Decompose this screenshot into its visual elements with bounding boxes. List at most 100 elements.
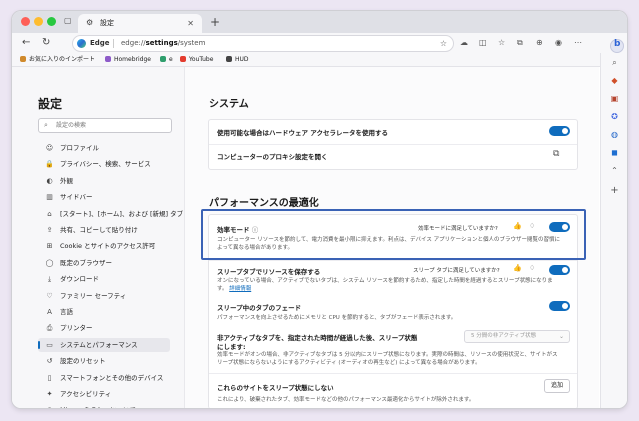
close-tab-icon[interactable]: ✕ xyxy=(187,14,194,33)
thumbs-up-icon[interactable]: 👍 xyxy=(513,264,522,272)
chevron-down-icon: ⌄ xyxy=(558,333,564,340)
sidebar-item[interactable]: ▭ システムとパフォーマンス xyxy=(38,337,170,352)
tab-actions-icon[interactable]: ▢ xyxy=(64,16,72,25)
sidebar-item[interactable]: 🔒 プライバシー、検索、サービス xyxy=(38,157,170,171)
fade-tabs-title: スリープ中のタブのフェード xyxy=(217,304,302,312)
appearance-icon: ◐ xyxy=(46,176,53,185)
tab-settings[interactable]: ⚙ 設定 ✕ xyxy=(78,14,202,33)
address-url[interactable]: edge://settings/system xyxy=(121,36,205,51)
never-sleep-description: これにより、破棄されたタブ、効率モードなどの他のパフォーマンス最適化からサイトが… xyxy=(217,397,475,403)
favorite-star-icon[interactable]: ☆ xyxy=(440,36,447,51)
sidebar-item-label: 外観 xyxy=(60,176,73,185)
settings-search-input[interactable]: ⌕ 設定の検索 xyxy=(38,118,172,133)
home-icon: ⌂ xyxy=(47,209,52,218)
sleep-tabs-title: スリープタブでリソースを保存する xyxy=(217,268,321,276)
settings-title: 設定 xyxy=(38,97,63,111)
proxy-settings-link[interactable]: コンピューターのプロキシ設定を開く xyxy=(217,151,328,161)
tab-strip: ▢ ⚙ 設定 ✕ + xyxy=(12,11,627,33)
sidebar-item-label: Cookie とサイトのアクセス許可 xyxy=(60,242,156,251)
edge-icon xyxy=(77,39,86,48)
hw-accel-toggle[interactable] xyxy=(549,126,570,136)
browser-window: ▢ ⚙ 設定 ✕ + ← ↻ Edge edge://settings/syst… xyxy=(12,11,627,408)
collections-icon[interactable]: ⧉ xyxy=(517,38,523,48)
favorite-item[interactable]: YouTube xyxy=(180,53,213,66)
sidebar-item[interactable]: ▯ スマートフォンとその他のデバイス xyxy=(38,371,170,385)
close-window-button[interactable] xyxy=(21,17,30,26)
extensions-icon[interactable]: ⊕ xyxy=(536,38,543,48)
sidebar-item-label: ダウンロード xyxy=(60,275,99,284)
system-icon: ▭ xyxy=(46,340,53,349)
inactive-time-select[interactable]: 5 分間の非アクティブ状態 ⌄ xyxy=(464,330,570,343)
family-icon: ♡ xyxy=(46,291,53,300)
hw-accel-label: 使用可能な場合はハードウェア アクセラレータを使用する xyxy=(217,129,388,137)
sidebar-item[interactable]: ◐ 外観 xyxy=(38,174,170,188)
m365-icon[interactable]: ◍ xyxy=(609,129,620,140)
cookie-icon: ⊞ xyxy=(46,242,53,251)
add-site-button[interactable]: 追加 xyxy=(544,379,570,393)
back-icon[interactable]: ← xyxy=(22,36,30,50)
sidebar-item[interactable]: ☺ プロファイル xyxy=(38,141,170,155)
sidebar-item[interactable]: ⇪ 共有、コピーして貼り付け xyxy=(38,223,170,237)
sidebar-item[interactable]: ◉ Microsoft Edge について xyxy=(38,403,170,408)
new-tab-button[interactable]: + xyxy=(210,13,220,31)
more-icon[interactable]: ⋯ xyxy=(574,38,582,48)
favorite-item[interactable]: お気に入りのインポート xyxy=(20,53,95,66)
maximize-window-button[interactable] xyxy=(47,17,56,26)
favorite-item[interactable]: e xyxy=(160,53,173,66)
outlook-icon[interactable]: ◼ xyxy=(609,147,620,158)
sleep-tabs-toggle[interactable] xyxy=(549,265,570,275)
favorite-item[interactable]: HUD xyxy=(226,53,249,66)
favorite-item[interactable]: Homebridge xyxy=(105,53,151,66)
profile-icon: ☺ xyxy=(45,144,54,152)
refresh-icon[interactable]: ↻ xyxy=(42,36,50,50)
shopping-icon[interactable]: ◆ xyxy=(609,75,620,86)
inactive-tabs-title-cont: にします: xyxy=(217,343,246,351)
sidebar-item[interactable]: ♡ ファミリー セーフティ xyxy=(38,289,170,303)
sidebar-item[interactable]: ⌂ [スタート]、[ホーム]、および [新規] タブ xyxy=(38,207,183,221)
copilot-icon[interactable] xyxy=(610,39,624,53)
cloud-icon[interactable]: ☁ xyxy=(460,38,468,48)
sidebar-item[interactable]: A 言語 xyxy=(38,305,170,319)
homebridge-icon xyxy=(105,56,111,62)
sleep-feedback-text: スリープ タブに満足していますか? xyxy=(413,268,500,274)
external-link-icon[interactable]: ⧉ xyxy=(553,149,559,159)
sidebar-item[interactable]: ⊞ Cookie とサイトのアクセス許可 xyxy=(38,239,170,253)
section-heading-performance: パフォーマンスの最適化 xyxy=(209,198,319,209)
thumbs-down-icon[interactable]: ♢ xyxy=(529,264,535,272)
sidebar-item[interactable]: ⎙ プリンター xyxy=(38,321,170,335)
download-icon: ⤓ xyxy=(47,275,52,284)
address-bar[interactable]: Edge edge://settings/system ☆ xyxy=(72,35,454,52)
settings-sidebar: 設定 ⌕ 設定の検索 ☺ プロファイル 🔒 プライバシー、検索、サービス ◐ 外観 ▥ サイド… xyxy=(12,67,185,408)
sidebar-item[interactable]: ▥ サイドバー xyxy=(38,190,170,204)
minimize-window-button[interactable] xyxy=(34,17,43,26)
games-icon[interactable]: ✪ xyxy=(609,111,620,122)
never-sleep-title: これらのサイトをスリープ状態にしない xyxy=(217,384,334,392)
drop-icon[interactable]: ⌃ xyxy=(609,165,620,176)
sidebar-item[interactable]: ✦ アクセシビリティ xyxy=(38,387,170,401)
tools-icon[interactable]: ▣ xyxy=(609,93,620,104)
fade-tabs-toggle[interactable] xyxy=(549,301,570,311)
sidebar-item-label: アクセシビリティ xyxy=(60,390,112,398)
phone-icon: ▯ xyxy=(47,373,52,382)
profile-icon[interactable]: ◉ xyxy=(555,38,562,48)
fade-tabs-description: パフォーマンスを向上させるためにメモリと CPU を節約すると、タブがフェード表… xyxy=(217,315,457,321)
browser-icon: ◯ xyxy=(45,258,54,267)
search-icon[interactable]: ⌕ xyxy=(609,57,620,68)
printer-icon: ⎙ xyxy=(46,324,53,333)
favorites-icon[interactable]: ☆ xyxy=(498,38,505,48)
sidebar-item[interactable]: ↺ 設定のリセット xyxy=(38,354,170,368)
efficiency-highlight-box xyxy=(201,209,586,260)
accessibility-icon: ✦ xyxy=(46,390,53,398)
language-icon: A xyxy=(47,308,52,316)
add-icon[interactable]: + xyxy=(609,185,620,196)
sidebar-item[interactable]: ⤓ ダウンロード xyxy=(38,272,170,286)
inactive-tabs-description: 効率モードがオンの場合、非アクティブなタブは 5 分以内にスリープ状態になります… xyxy=(217,352,558,366)
sidebar-item-label: プロファイル xyxy=(60,144,99,152)
folder-icon xyxy=(20,56,26,62)
learn-more-link[interactable]: 詳細情報 xyxy=(229,286,251,292)
search-icon: ⌕ xyxy=(44,121,48,129)
sidebar-item-label: ファミリー セーフティ xyxy=(60,291,127,300)
sidebar-item[interactable]: ◯ 既定のブラウザー xyxy=(38,256,170,270)
split-screen-icon[interactable]: ◫ xyxy=(479,38,487,48)
share-icon: ⇪ xyxy=(46,226,53,234)
